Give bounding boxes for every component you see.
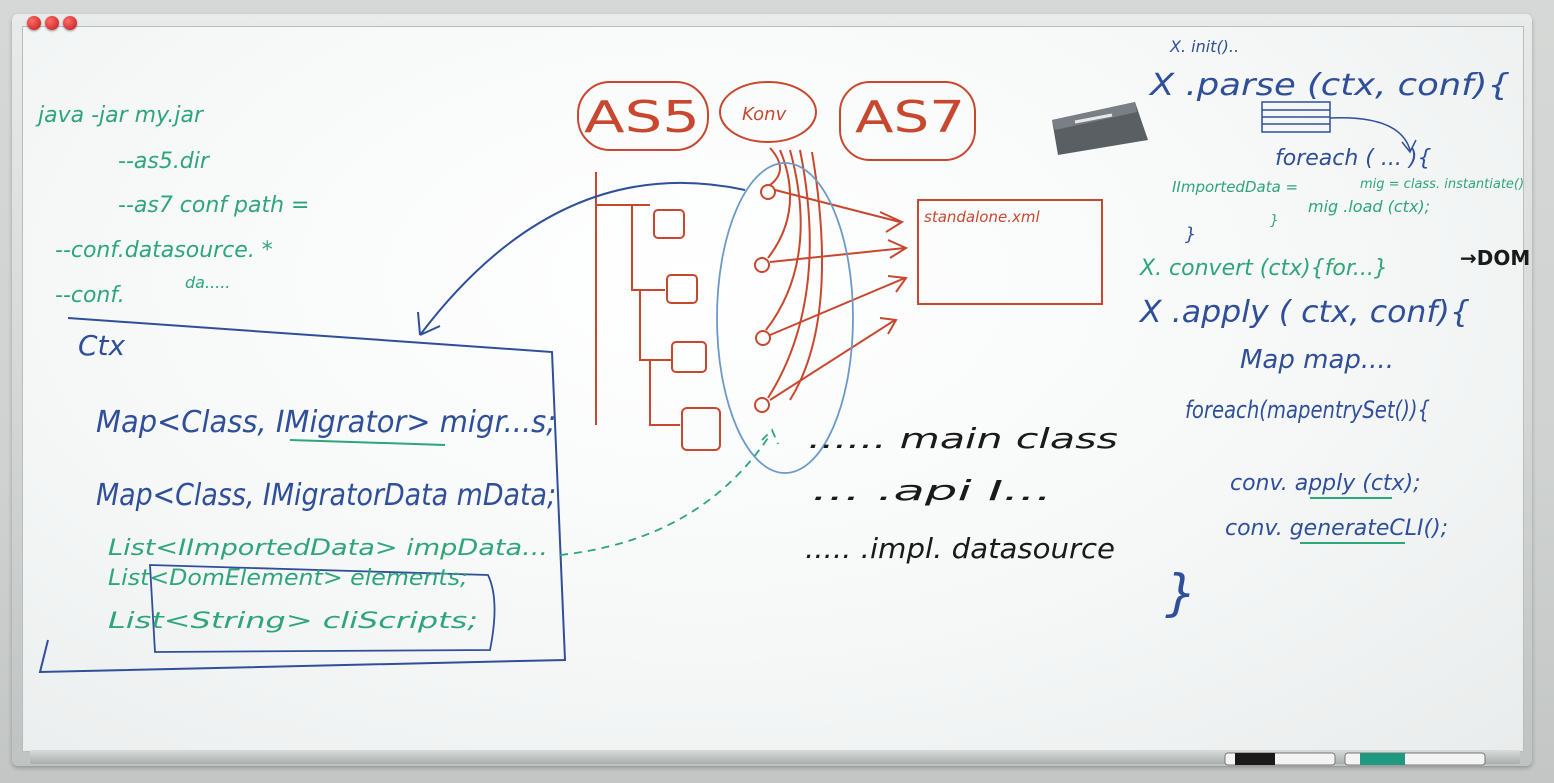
curve-arrow-to-ctx [417,182,746,336]
konv-node [754,257,770,273]
opt-as7-text: --as7 conf path = [118,193,310,218]
dashed-arrow-imported [559,428,779,556]
list-text-group: List<IImportedData> impData... List<DomE… [108,536,548,634]
mig2-text: mig .load (ctx); [1308,197,1430,216]
as5-label: AS5 [584,92,700,143]
pkg-api: ... .api I... [812,474,1052,507]
parse-diagram [1261,101,1417,154]
close3-text: } [1165,564,1197,622]
arrow-to-standalone [774,189,905,233]
convert-text: X. convert (ctx){for...} [1139,256,1388,281]
ctx-text-group: Ctx Map<Class, IMigrator> migr...s; Map<… [78,329,556,513]
parse-text: X .parse (ctx, conf){ [1148,68,1510,103]
as5-node [681,407,721,451]
foreach2-text: foreach(mapentrySet()){ [1185,396,1430,424]
opt-da-text: da..... [185,273,230,292]
iimported-text: IImportedData = [1172,178,1298,196]
conv-generate-text: conv. generateCLI(); [1225,516,1448,541]
map-migratordata-text: Map<Class, IMigratorData mData; [96,478,556,513]
list-domelement-text: List<DomElement> elements; [108,566,468,591]
pkg-impl-datasource: ..... .impl. datasource [805,532,1115,565]
konv-node [755,330,771,346]
konv-flow-lines [765,147,824,401]
mig1-text: mig = class. instantiate() [1360,177,1524,192]
eraser-icon[interactable] [1052,102,1148,155]
standalone-label: standalone.xml [924,208,1040,226]
conv-apply-text: conv. apply (ctx); [1230,471,1421,496]
as5-node [666,274,698,304]
close1-text: } [1185,224,1196,245]
close2-text: } [1270,213,1279,229]
cmd-text: java -jar my.jar [35,103,205,128]
konv-node [760,184,776,200]
konv-label: Konv [742,104,787,125]
as5-node [671,341,707,373]
as7-label: AS7 [855,92,965,143]
konv-node [754,397,770,413]
marker-icon[interactable] [1224,752,1336,766]
opt-conf-text: --conf. [55,283,125,308]
command-line-group: java -jar my.jar --as5.dir --as7 conf pa… [35,103,310,308]
package-text-group: ...... main class ... .api I... ..... .i… [805,422,1118,565]
pkg-main-class: ...... main class [808,422,1118,455]
opt-datasource-text: --conf.datasource. * [55,238,273,263]
arrow-to-standalone [769,239,909,263]
dom-text: →DOM [1460,246,1530,270]
map-text: Map map.... [1240,345,1394,375]
as5-node [653,209,685,239]
map-migrators-text: Map<Class, IMigrator> migr...s; [96,405,556,440]
imigrator-underline [289,439,446,446]
marker-icon[interactable] [1344,752,1486,766]
list-imported-text: List<IImportedData> impData... [108,536,548,561]
opt-as5-text: --as5.dir [118,149,211,174]
apply-text: X .apply ( ctx, conf){ [1138,295,1470,330]
list-string-text: List<String> cliScripts; [108,609,478,634]
ctx-title: Ctx [78,329,126,362]
whiteboard-drawing: java -jar my.jar --as5.dir --as7 conf pa… [35,37,1530,766]
init-text: X. init().. [1169,37,1239,56]
